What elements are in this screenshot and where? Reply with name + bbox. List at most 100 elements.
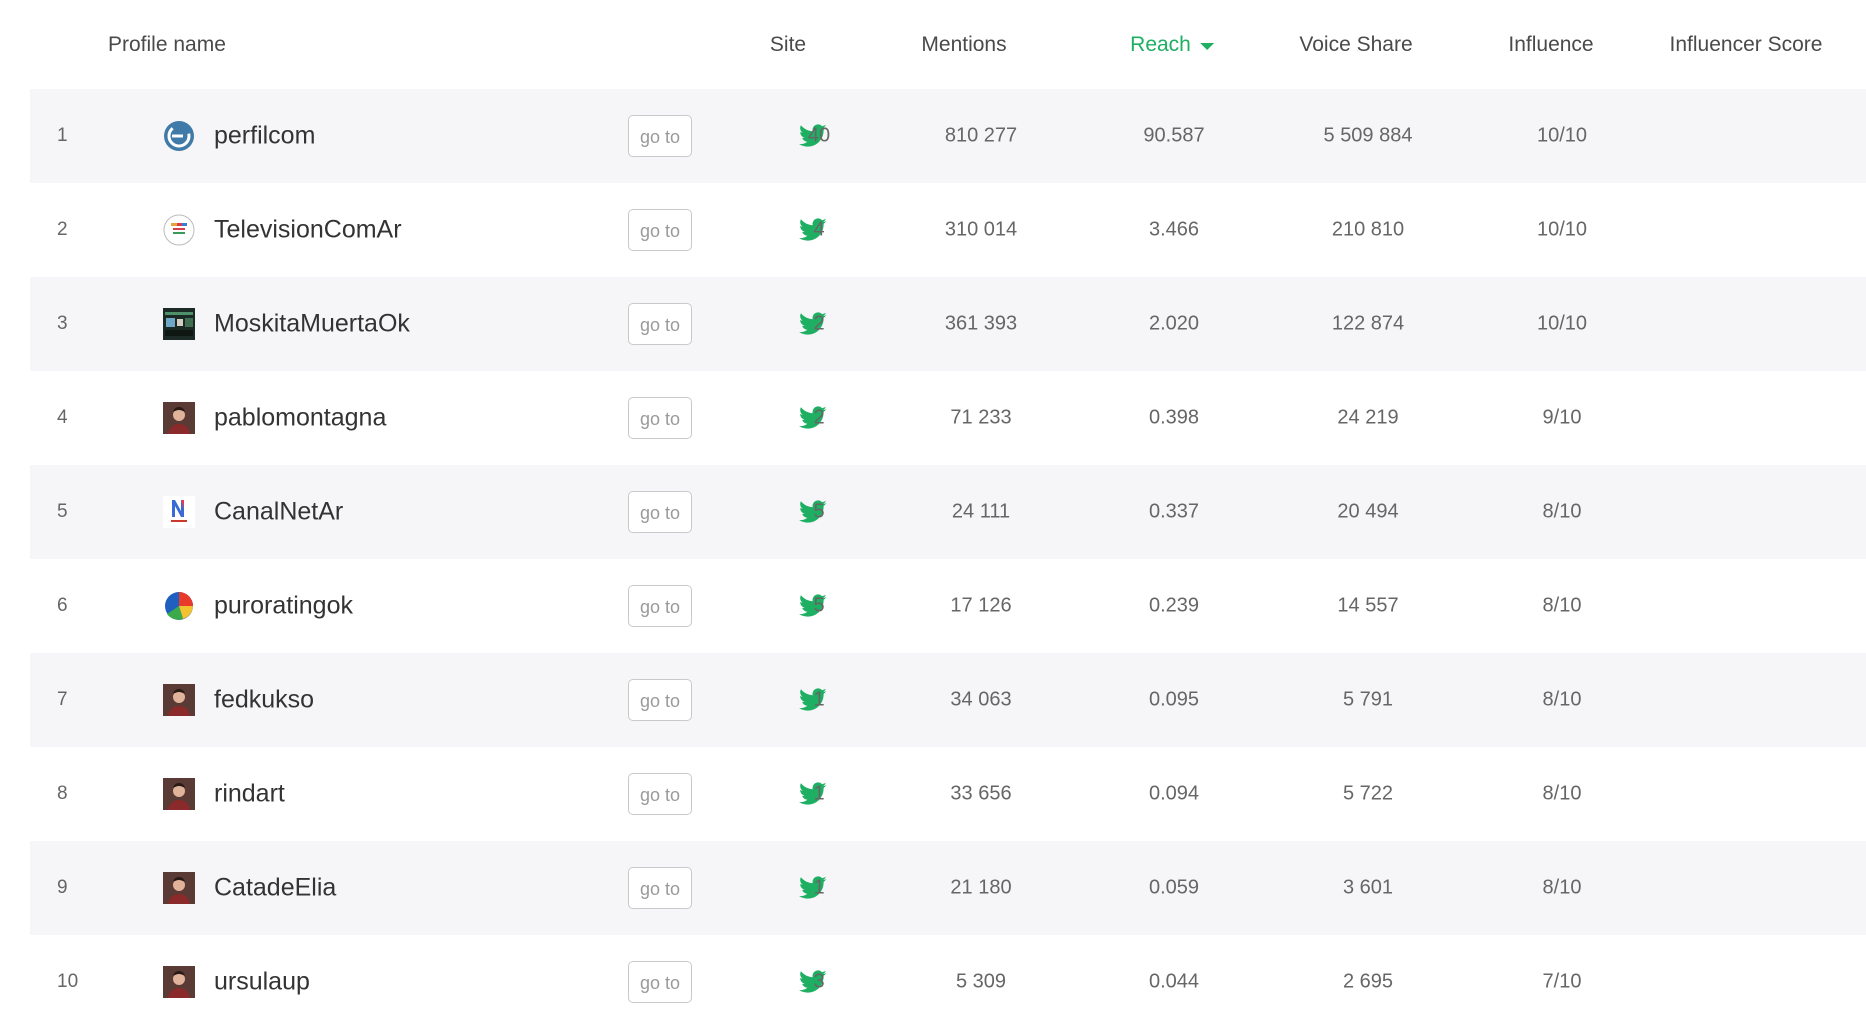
profile-name[interactable]: fedkukso [214, 686, 314, 715]
reach-cell: 21 180 [950, 876, 1012, 899]
mentions-cell: 3 [813, 970, 825, 993]
influencer-score-cell: 9/10 [1542, 406, 1582, 429]
rank-cell: 7 [57, 689, 68, 710]
mentions-cell: 40 [807, 124, 831, 147]
person-avatar[interactable] [163, 778, 195, 810]
rank-cell: 5 [57, 501, 68, 522]
mentions-cell: 5 [813, 500, 825, 523]
influencer-score-cell: 8/10 [1542, 688, 1582, 711]
go-to-button[interactable]: go to [628, 491, 692, 533]
influencer-score-cell: 10/10 [1536, 312, 1588, 335]
person-avatar[interactable] [163, 872, 195, 904]
mentions-cell: 5 [813, 594, 825, 617]
reach-cell: 310 014 [944, 218, 1018, 241]
column-header-influencer-score[interactable]: Influencer Score [1670, 33, 1823, 57]
sort-descending-icon [1199, 42, 1214, 50]
go-to-button[interactable]: go to [628, 773, 692, 815]
reach-cell: 71 233 [950, 406, 1012, 429]
person-avatar[interactable] [163, 684, 195, 716]
table-header: Profile name Site Mentions Reach Voice S… [0, 0, 1866, 90]
voice-share-cell: 0.239 [1148, 594, 1200, 617]
pie-logo-avatar[interactable] [163, 590, 195, 622]
reach-cell: 24 111 [951, 500, 1011, 523]
influencer-score-cell: 10/10 [1536, 218, 1588, 241]
reach-cell: 361 393 [944, 312, 1018, 335]
profile-name[interactable]: CatadeElia [214, 874, 336, 903]
influence-cell: 122 874 [1331, 312, 1405, 335]
column-header-reach-label: Reach [1130, 33, 1191, 56]
go-to-button[interactable]: go to [628, 115, 692, 157]
table-row: 3 MoskitaMuertaOk go to 2 361 393 2.020 … [30, 277, 1866, 371]
rank-cell: 8 [57, 783, 68, 804]
influence-cell: 5 509 884 [1323, 124, 1413, 147]
voice-share-cell: 0.059 [1148, 876, 1200, 899]
influencer-table-body: 1 perfilcom go to 40 810 277 90.587 5 50… [30, 89, 1866, 1029]
influencer-score-cell: 8/10 [1542, 500, 1582, 523]
perfilcom-logo-avatar[interactable] [163, 120, 195, 152]
influence-cell: 5 791 [1342, 688, 1394, 711]
go-to-button[interactable]: go to [628, 209, 692, 251]
go-to-button[interactable]: go to [628, 679, 692, 721]
reach-cell: 5 309 [955, 970, 1007, 993]
voice-share-cell: 90.587 [1143, 124, 1205, 147]
photo-avatar[interactable] [163, 308, 195, 340]
voice-share-cell: 0.094 [1148, 782, 1200, 805]
column-header-mentions[interactable]: Mentions [921, 33, 1006, 57]
column-header-reach[interactable]: Reach [1130, 33, 1214, 57]
mentions-cell: 1 [813, 876, 825, 899]
net-logo-avatar[interactable] [163, 496, 195, 528]
profile-name[interactable]: rindart [214, 780, 285, 809]
reach-cell: 810 277 [944, 124, 1018, 147]
profile-name[interactable]: pablomontagna [214, 404, 386, 433]
influence-cell: 14 557 [1337, 594, 1399, 617]
influence-cell: 3 601 [1342, 876, 1394, 899]
column-header-profile-name[interactable]: Profile name [108, 33, 226, 57]
voice-share-cell: 0.095 [1148, 688, 1200, 711]
table-row: 5 CanalNetAr go to 5 24 111 0.337 20 494… [30, 465, 1866, 559]
voice-share-cell: 0.044 [1148, 970, 1200, 993]
go-to-button[interactable]: go to [628, 961, 692, 1003]
table-row: 1 perfilcom go to 40 810 277 90.587 5 50… [30, 89, 1866, 183]
go-to-button[interactable]: go to [628, 397, 692, 439]
voice-share-cell: 0.337 [1148, 500, 1200, 523]
influence-cell: 20 494 [1337, 500, 1399, 523]
rank-cell: 4 [57, 407, 68, 428]
profile-name[interactable]: CanalNetAr [214, 498, 343, 527]
influencer-score-cell: 8/10 [1542, 876, 1582, 899]
go-to-button[interactable]: go to [628, 303, 692, 345]
go-to-button[interactable]: go to [628, 867, 692, 909]
influence-cell: 2 695 [1342, 970, 1394, 993]
person-avatar[interactable] [163, 966, 195, 998]
table-row: 9 CatadeElia go to 1 21 180 0.059 3 601 … [30, 841, 1866, 935]
reach-cell: 33 656 [950, 782, 1012, 805]
person-avatar[interactable] [163, 402, 195, 434]
reach-cell: 34 063 [950, 688, 1012, 711]
rank-cell: 2 [57, 219, 68, 240]
profile-name[interactable]: TelevisionComAr [214, 216, 402, 245]
influencer-score-cell: 7/10 [1542, 970, 1582, 993]
television-logo-avatar[interactable] [163, 214, 195, 246]
influence-cell: 24 219 [1337, 406, 1399, 429]
column-header-site[interactable]: Site [770, 33, 806, 57]
mentions-cell: 1 [813, 688, 825, 711]
influence-cell: 210 810 [1331, 218, 1405, 241]
mentions-cell: 4 [813, 218, 825, 241]
profile-name[interactable]: perfilcom [214, 122, 315, 151]
voice-share-cell: 0.398 [1148, 406, 1200, 429]
influencer-score-cell: 8/10 [1542, 782, 1582, 805]
column-header-influence[interactable]: Influence [1508, 33, 1593, 57]
profile-name[interactable]: MoskitaMuertaOk [214, 310, 410, 339]
profile-name[interactable]: puroratingok [214, 592, 353, 621]
influence-cell: 5 722 [1342, 782, 1394, 805]
profile-name[interactable]: ursulaup [214, 968, 310, 997]
mentions-cell: 2 [813, 406, 825, 429]
voice-share-cell: 3.466 [1148, 218, 1200, 241]
table-row: 6 puroratingok go to 5 17 126 0.239 14 5… [30, 559, 1866, 653]
mentions-cell: 1 [813, 782, 825, 805]
rank-cell: 6 [57, 595, 68, 616]
table-row: 2 TelevisionComAr go to 4 310 014 3.466 … [30, 183, 1866, 277]
table-row: 7 fedkukso go to 1 34 063 0.095 5 791 8/… [30, 653, 1866, 747]
mentions-cell: 2 [813, 312, 825, 335]
column-header-voice-share[interactable]: Voice Share [1299, 33, 1412, 57]
go-to-button[interactable]: go to [628, 585, 692, 627]
